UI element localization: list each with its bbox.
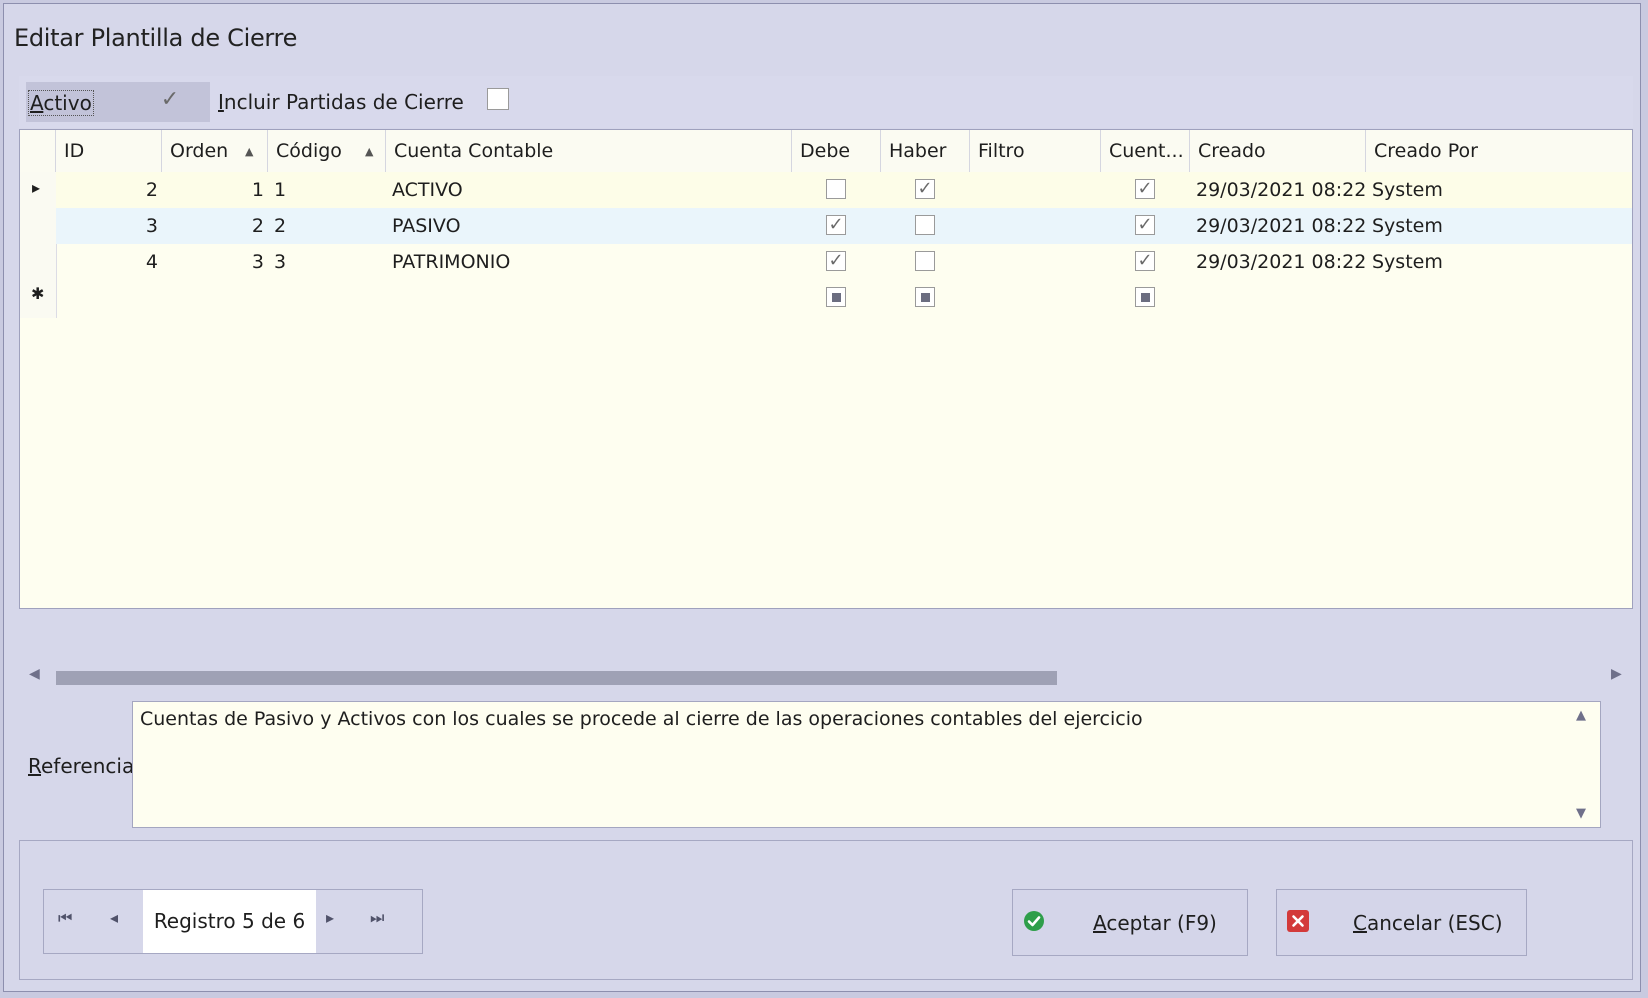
record-navigator: ⏮ ◂ Registro 5 de 6 ▸ ⏭ <box>43 889 423 954</box>
cancel-button-label: Cancelar (ESC) <box>1353 911 1503 935</box>
previous-record-icon[interactable]: ◂ <box>110 908 118 927</box>
referencia-text: Cuentas de Pasivo y Activos con los cual… <box>140 708 1143 730</box>
sort-asc-icon: ▲ <box>245 145 254 158</box>
current-row-icon: ▸ <box>32 178 41 197</box>
edit-closing-template-dialog: Editar Plantilla de Cierre Activo ✓ Incl… <box>3 3 1641 992</box>
column-header-creado-por[interactable]: Creado Por <box>1366 130 1632 172</box>
incluir-partidas-label: Incluir Partidas de Cierre <box>218 90 464 114</box>
record-position: Registro 5 de 6 <box>143 890 316 953</box>
cancel-button[interactable]: Cancelar (ESC) <box>1276 889 1527 956</box>
haber-checkbox[interactable] <box>915 251 935 271</box>
cell-cuenta: PASIVO <box>392 215 461 237</box>
new-item-row[interactable] <box>56 280 1632 316</box>
cell-id: 4 <box>145 251 158 273</box>
cell-orden: 2 <box>251 215 264 237</box>
bottom-panel: ⏮ ◂ Registro 5 de 6 ▸ ⏭ Aceptar (F9) Can… <box>19 840 1633 980</box>
grid-horizontal-scrollbar[interactable]: ◀ ▶ <box>19 664 1633 692</box>
referencia-memo[interactable]: Cuentas de Pasivo y Activos con los cual… <box>132 701 1601 828</box>
cuent-checkbox[interactable]: ✓ <box>1135 215 1155 235</box>
column-header-cuent[interactable]: Cuent... <box>1101 130 1190 172</box>
debe-checkbox[interactable] <box>826 179 846 199</box>
scroll-up-icon[interactable]: ▲ <box>1576 708 1586 723</box>
options-bar: Activo ✓ Incluir Partidas de Cierre <box>19 76 1633 128</box>
column-header-cuenta-contable[interactable]: Cuenta Contable <box>386 130 792 172</box>
row-indicator-column: ▸ ✱ <box>20 172 57 318</box>
column-header-debe[interactable]: Debe <box>792 130 881 172</box>
debe-checkbox[interactable]: ✓ <box>826 251 846 271</box>
cell-creado-por: System <box>1372 179 1443 201</box>
cell-codigo: 1 <box>274 179 287 201</box>
cell-creado-por: System <box>1372 251 1443 273</box>
scroll-thumb[interactable] <box>56 671 1057 685</box>
cell-creado: 29/03/2021 08:22 <box>1196 215 1367 237</box>
cuent-checkbox[interactable]: ✓ <box>1135 251 1155 271</box>
cell-id: 3 <box>145 215 158 237</box>
scroll-down-icon[interactable]: ▼ <box>1576 806 1586 821</box>
memo-vertical-scrollbar[interactable]: ▲ ▼ <box>1567 702 1600 827</box>
haber-checkbox[interactable]: ✓ <box>915 179 935 199</box>
cell-creado: 29/03/2021 08:22 <box>1196 179 1367 201</box>
activo-checkbox[interactable]: ✓ <box>160 89 180 111</box>
cell-creado-por: System <box>1372 215 1443 237</box>
cell-codigo: 2 <box>274 215 287 237</box>
column-header-creado[interactable]: Creado <box>1190 130 1366 172</box>
cell-id: 2 <box>145 179 158 201</box>
cell-codigo: 3 <box>274 251 287 273</box>
accept-button-label: Aceptar (F9) <box>1093 911 1217 935</box>
close-icon <box>1287 910 1309 932</box>
incluir-partidas-checkbox[interactable] <box>487 88 509 110</box>
cell-orden: 1 <box>251 179 264 201</box>
cell-cuenta: ACTIVO <box>392 179 463 201</box>
table-row[interactable]: 4 3 3 PATRIMONIO ✓ ✓ 29/03/2021 08:22 Sy… <box>56 244 1632 280</box>
haber-checkbox[interactable] <box>915 287 935 307</box>
cell-cuenta: PATRIMONIO <box>392 251 511 273</box>
referencia-label: Referencia <box>28 754 135 778</box>
next-record-icon[interactable]: ▸ <box>326 908 334 927</box>
debe-checkbox[interactable] <box>826 287 846 307</box>
check-circle-icon <box>1024 911 1044 931</box>
activo-field[interactable]: Activo ✓ <box>26 82 210 122</box>
cuent-checkbox[interactable] <box>1135 287 1155 307</box>
dialog-title: Editar Plantilla de Cierre <box>14 24 298 52</box>
column-header-filtro[interactable]: Filtro <box>970 130 1101 172</box>
cell-orden: 3 <box>251 251 264 273</box>
last-record-icon[interactable]: ⏭ <box>370 908 384 928</box>
haber-checkbox[interactable] <box>915 215 935 235</box>
sort-asc-icon: ▲ <box>365 145 374 158</box>
scroll-right-icon[interactable]: ▶ <box>1611 666 1622 682</box>
cell-creado: 29/03/2021 08:22 <box>1196 251 1367 273</box>
accounts-grid: ID Orden ▲ Código ▲ Cuenta Contable Debe… <box>19 129 1633 609</box>
table-row[interactable]: 2 1 1 ACTIVO ✓ ✓ 29/03/2021 08:22 System <box>56 172 1632 208</box>
new-row-icon: ✱ <box>31 284 45 303</box>
table-row[interactable]: 3 2 2 PASIVO ✓ ✓ 29/03/2021 08:22 System <box>56 208 1632 244</box>
activo-label: Activo <box>28 90 94 116</box>
cuent-checkbox[interactable]: ✓ <box>1135 179 1155 199</box>
scroll-left-icon[interactable]: ◀ <box>29 666 40 682</box>
accept-button[interactable]: Aceptar (F9) <box>1012 889 1248 956</box>
column-header-haber[interactable]: Haber <box>881 130 970 172</box>
debe-checkbox[interactable]: ✓ <box>826 215 846 235</box>
first-record-icon[interactable]: ⏮ <box>58 908 72 928</box>
grid-header: ID Orden ▲ Código ▲ Cuenta Contable Debe… <box>20 130 1632 173</box>
column-header-id[interactable]: ID <box>56 130 162 172</box>
header-indicator <box>20 130 56 172</box>
